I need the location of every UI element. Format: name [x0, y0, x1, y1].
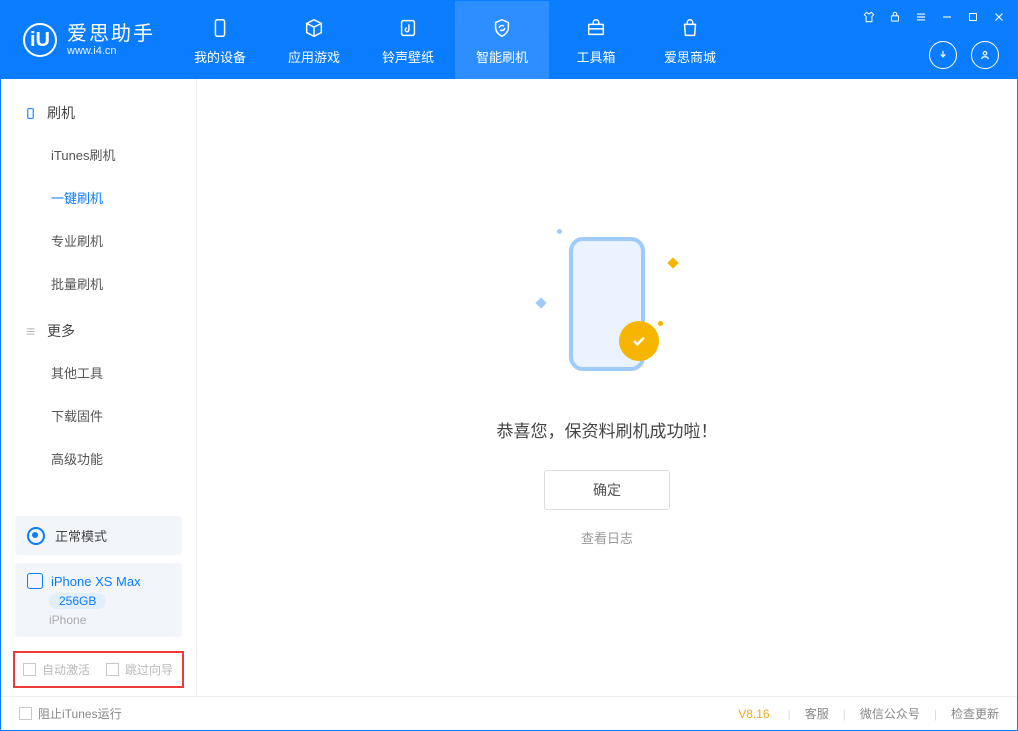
- sidebar-item-pro-flash[interactable]: 专业刷机: [1, 219, 196, 262]
- toolbox-icon: [583, 15, 609, 41]
- checkbox-icon: [23, 663, 36, 676]
- app-subtitle: www.i4.cn: [67, 45, 155, 57]
- sidebar: 刷机 iTunes刷机 一键刷机 专业刷机 批量刷机 更多 其他工具 下载固件 …: [1, 79, 197, 696]
- tab-label: 工具箱: [576, 47, 615, 66]
- ok-button[interactable]: 确定: [544, 470, 670, 510]
- sidebar-section-more: 更多: [1, 311, 196, 351]
- phone-small-icon: [23, 106, 37, 120]
- check-update-link[interactable]: 检查更新: [951, 705, 999, 722]
- header-actions: [929, 41, 999, 69]
- view-log-link[interactable]: 查看日志: [581, 528, 633, 547]
- checkbox-skip-guide[interactable]: 跳过向导: [106, 661, 173, 678]
- main-tabs: 我的设备 应用游戏 铃声壁纸 智能刷机 工具箱 爱思商城: [173, 1, 737, 79]
- support-link[interactable]: 客服: [805, 705, 829, 722]
- account-button[interactable]: [971, 41, 999, 69]
- success-message: 恭喜您，保资料刷机成功啦！: [497, 417, 718, 442]
- lock-icon[interactable]: [887, 9, 903, 25]
- section-title: 更多: [47, 321, 75, 341]
- sidebar-item-other-tools[interactable]: 其他工具: [1, 351, 196, 394]
- checkbox-auto-activate[interactable]: 自动激活: [23, 661, 90, 678]
- success-illustration: [527, 229, 687, 389]
- bag-icon: [677, 15, 703, 41]
- phone-icon: [207, 15, 233, 41]
- logo: iU 爱思助手 www.i4.cn: [1, 23, 173, 57]
- tab-label: 智能刷机: [476, 47, 528, 66]
- window-controls: [861, 9, 1007, 25]
- flash-options-highlight: 自动激活 跳过向导: [13, 651, 184, 688]
- device-name: iPhone XS Max: [51, 574, 141, 589]
- shield-sync-icon: [489, 15, 515, 41]
- tab-ringtones[interactable]: 铃声壁纸: [361, 1, 455, 79]
- close-icon[interactable]: [991, 9, 1007, 25]
- wechat-link[interactable]: 微信公众号: [860, 705, 920, 722]
- sidebar-item-download-firmware[interactable]: 下载固件: [1, 394, 196, 437]
- dot-icon: [557, 229, 562, 234]
- maximize-icon[interactable]: [965, 9, 981, 25]
- tab-label: 爱思商城: [664, 47, 716, 66]
- checkbox-icon: [19, 707, 32, 720]
- device-mode-chip[interactable]: 正常模式: [15, 516, 182, 555]
- device-icon: [27, 573, 43, 589]
- logo-icon: iU: [23, 23, 57, 57]
- checkbox-label: 自动激活: [42, 661, 90, 678]
- tab-apps[interactable]: 应用游戏: [267, 1, 361, 79]
- cube-icon: [301, 15, 327, 41]
- checkbox-icon: [106, 663, 119, 676]
- mode-icon: [27, 527, 45, 545]
- device-chip[interactable]: iPhone XS Max 256GB iPhone: [15, 563, 182, 637]
- app-header: iU 爱思助手 www.i4.cn 我的设备 应用游戏 铃声壁纸 智能刷机 工具…: [1, 1, 1017, 79]
- sidebar-item-itunes-flash[interactable]: iTunes刷机: [1, 133, 196, 176]
- section-title: 刷机: [47, 103, 75, 123]
- status-bar: 阻止iTunes运行 V8.16 | 客服 | 微信公众号 | 检查更新: [1, 696, 1017, 730]
- checkbox-label: 跳过向导: [125, 661, 173, 678]
- sparkle-icon: [667, 257, 678, 268]
- download-button[interactable]: [929, 41, 957, 69]
- tab-label: 应用游戏: [288, 47, 340, 66]
- checkbox-label: 阻止iTunes运行: [38, 705, 122, 722]
- check-badge-icon: [619, 321, 659, 361]
- sidebar-item-batch-flash[interactable]: 批量刷机: [1, 262, 196, 305]
- tab-toolbox[interactable]: 工具箱: [549, 1, 643, 79]
- device-mode-label: 正常模式: [55, 526, 107, 545]
- main-content: 恭喜您，保资料刷机成功啦！ 确定 查看日志: [197, 79, 1017, 696]
- list-icon: [23, 324, 37, 338]
- minimize-icon[interactable]: [939, 9, 955, 25]
- sidebar-item-advanced[interactable]: 高级功能: [1, 437, 196, 480]
- tab-my-device[interactable]: 我的设备: [173, 1, 267, 79]
- sidebar-section-flash: 刷机: [1, 93, 196, 133]
- tab-label: 铃声壁纸: [382, 47, 434, 66]
- shirt-icon[interactable]: [861, 9, 877, 25]
- device-type: iPhone: [49, 613, 86, 627]
- tab-store[interactable]: 爱思商城: [643, 1, 737, 79]
- menu-icon[interactable]: [913, 9, 929, 25]
- sidebar-item-oneclick-flash[interactable]: 一键刷机: [1, 176, 196, 219]
- music-icon: [395, 15, 421, 41]
- dot-icon: [658, 321, 663, 326]
- sparkle-icon: [535, 297, 546, 308]
- tab-label: 我的设备: [194, 47, 246, 66]
- app-title: 爱思助手: [67, 23, 155, 45]
- tab-flash[interactable]: 智能刷机: [455, 1, 549, 79]
- device-capacity: 256GB: [49, 593, 106, 609]
- checkbox-block-itunes[interactable]: 阻止iTunes运行: [19, 705, 122, 722]
- version-label: V8.16: [738, 707, 769, 721]
